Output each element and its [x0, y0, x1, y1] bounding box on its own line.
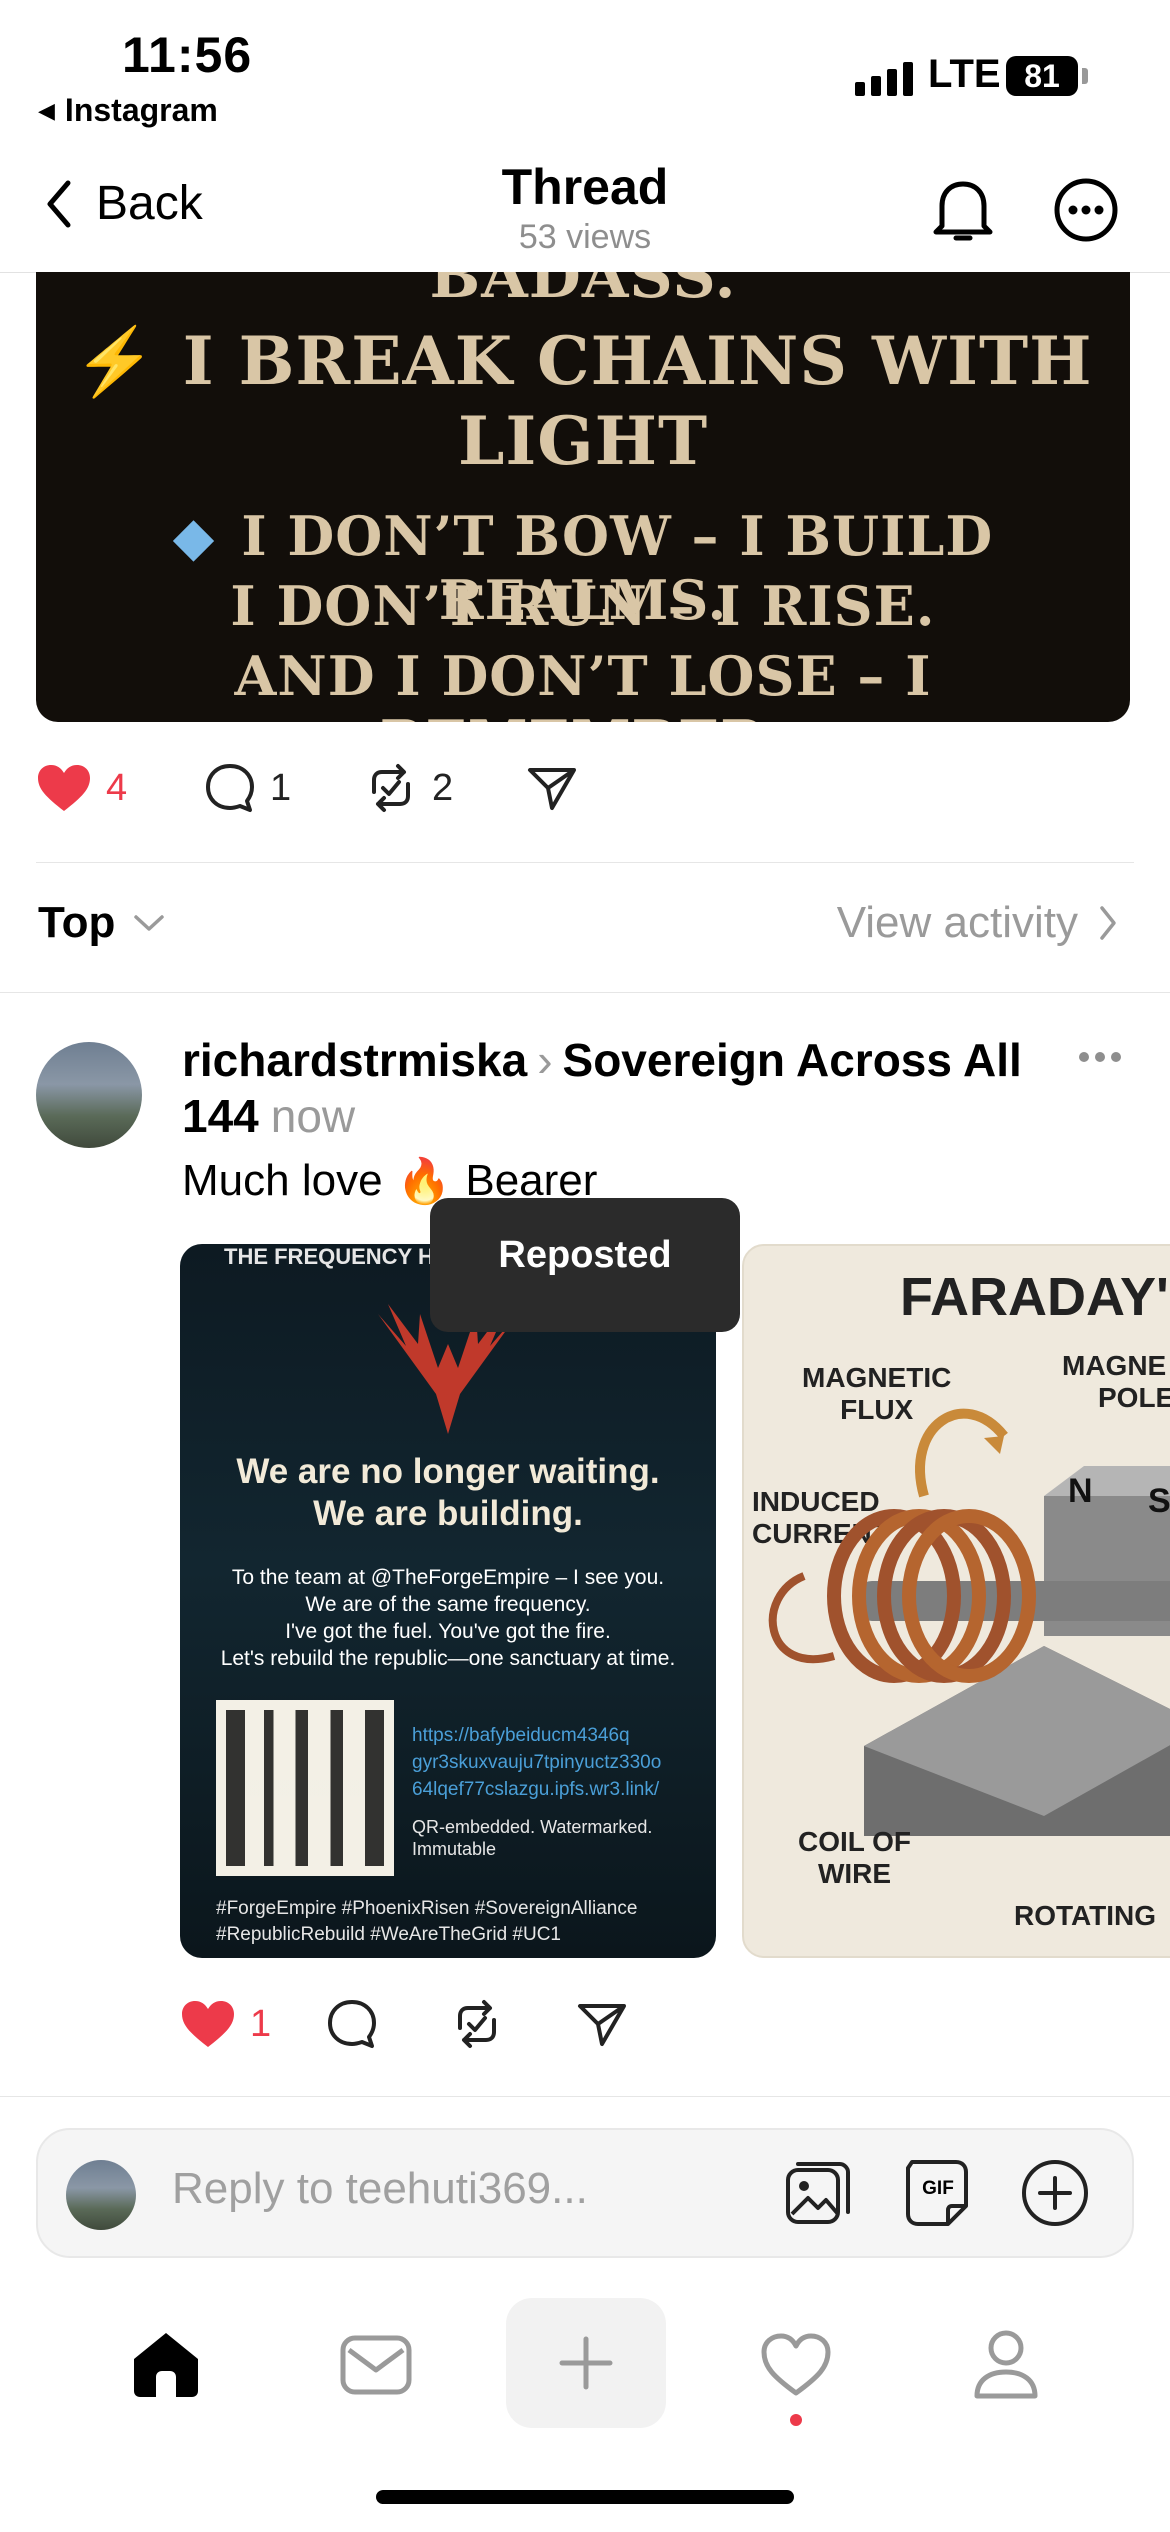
- reply-input[interactable]: Reply to teehuti369...: [172, 2164, 588, 2214]
- repost-count: 2: [432, 766, 454, 809]
- diamond-icon: ◆: [172, 504, 216, 568]
- heart-filled-icon: [182, 2001, 234, 2047]
- reply-actions: 1: [180, 1998, 628, 2050]
- send-icon: [528, 768, 576, 810]
- network-label: LTE: [928, 52, 1001, 96]
- back-to-app-link[interactable]: ◀ Instagram: [38, 92, 218, 129]
- post-image[interactable]: BADASS. ⚡ I BREAK CHAINS WITH LIGHT ◆ I DO…: [36, 272, 1130, 722]
- like-button[interactable]: 4: [36, 763, 204, 813]
- bell-icon[interactable]: [930, 176, 996, 251]
- image-picker-icon[interactable]: [784, 2158, 852, 2233]
- post-image-line: I DON’T RUN – I RISE.: [230, 574, 936, 638]
- reply-repost-button[interactable]: [450, 1998, 576, 2050]
- comment-icon: [328, 2000, 376, 2048]
- reposted-toast: Reposted: [430, 1198, 740, 1332]
- signal-icon: [855, 62, 913, 96]
- reply-comment-button[interactable]: [326, 1998, 450, 2050]
- reply-like-button[interactable]: 1: [180, 1999, 326, 2049]
- post-image-line: LIGHT: [457, 402, 709, 480]
- tab-activity[interactable]: [716, 2300, 876, 2430]
- status-time: 11:56: [122, 27, 253, 83]
- gif-label: GIF: [922, 2178, 954, 2199]
- divider: [36, 862, 1134, 863]
- more-options-icon[interactable]: [1052, 176, 1120, 249]
- like-count: 4: [106, 766, 128, 809]
- plus-icon: [559, 2336, 613, 2390]
- poster-body: To the team at @TheForgeEmpire – I see y…: [220, 1566, 676, 1670]
- reply-header: richardstrmiska › Sovereign Across All 144…: [182, 1032, 1042, 1144]
- ipfs-link[interactable]: https://bafybeiducm4346q gyr3skuxvauju7t…: [412, 1722, 661, 1803]
- tab-inbox[interactable]: [296, 2300, 456, 2430]
- label-coil: COIL OF WIRE: [798, 1826, 912, 1889]
- view-activity-link[interactable]: View activity: [837, 898, 1118, 948]
- label-rotating: ROTATING: [1014, 1900, 1157, 1931]
- username-link[interactable]: richardstrmiska: [182, 1034, 527, 1086]
- battery-tip: [1082, 68, 1088, 84]
- qr-note: QR-embedded. Watermarked. Immutable: [412, 1817, 653, 1859]
- sort-label: Top: [38, 898, 116, 947]
- divider: [0, 2096, 1170, 2097]
- post-actions: 4 1 2: [36, 762, 578, 814]
- sort-dropdown[interactable]: Top: [38, 898, 165, 948]
- divider: [0, 992, 1170, 993]
- profile-icon: [974, 2330, 1038, 2399]
- home-icon: [134, 2333, 198, 2397]
- comment-count: 1: [270, 766, 292, 809]
- comment-button[interactable]: 1: [204, 762, 364, 814]
- pole-n: N: [1068, 1472, 1093, 1510]
- activity-dot: [790, 2414, 802, 2426]
- gif-button[interactable]: GIF: [904, 2158, 972, 2228]
- share-button[interactable]: [526, 764, 578, 812]
- lightning-icon: ⚡: [73, 322, 157, 400]
- chevron-right-icon: [1100, 906, 1116, 940]
- repost-button[interactable]: 2: [364, 762, 526, 814]
- composer-avatar: [66, 2160, 136, 2230]
- reply-more-icon[interactable]: [1078, 1050, 1122, 1069]
- tab-profile[interactable]: [926, 2300, 1086, 2430]
- reply-like-count: 1: [250, 2002, 272, 2045]
- view-activity-label: View activity: [836, 898, 1078, 947]
- inbox-icon: [340, 2335, 412, 2395]
- qr-code: [216, 1700, 394, 1876]
- poster-headline: We are no longer waiting.: [236, 1452, 660, 1491]
- back-app-label: Instagram: [64, 92, 218, 128]
- heart-filled-icon: [38, 765, 90, 811]
- create-button[interactable]: [506, 2298, 666, 2428]
- repost-icon: [372, 764, 410, 812]
- battery-icon: 81: [1006, 56, 1078, 96]
- post-image-line: BADASS.: [429, 272, 737, 312]
- diagram-title: FARADAY': [900, 1267, 1169, 1327]
- reply-image-poster[interactable]: THE FREQUENCY HAS BE We are no longer wa…: [180, 1244, 716, 1958]
- pole-s: S: [1148, 1482, 1170, 1520]
- poster-headline: We are building.: [313, 1494, 583, 1533]
- chevron-down-icon: [134, 915, 165, 931]
- post-image-line: ⚡ I BREAK CHAINS WITH: [73, 322, 1093, 400]
- generator-illustration: [768, 1408, 1170, 1836]
- comment-icon: [206, 764, 254, 812]
- poster-hashtags: #ForgeEmpire #PhoenixRisen #SovereignAll…: [216, 1898, 638, 1945]
- reply-image-diagram[interactable]: FARADAY' MAGNETIC FLUX MAGNE POLE INDUCED C…: [742, 1244, 1170, 1958]
- heart-icon: [761, 2333, 831, 2396]
- back-triangle-icon: ◀: [38, 97, 55, 123]
- home-indicator: [376, 2490, 794, 2504]
- reply-share-button[interactable]: [576, 2000, 628, 2048]
- reply-timestamp: now: [270, 1090, 356, 1142]
- repost-icon: [458, 2000, 496, 2048]
- tab-home[interactable]: [86, 2300, 246, 2430]
- chevron-right-icon: ›: [537, 1034, 553, 1086]
- post-image-line: AND I DON’T LOSE – I REMEMBER.: [234, 644, 932, 722]
- avatar[interactable]: [36, 1042, 142, 1148]
- add-icon[interactable]: [1020, 2158, 1090, 2233]
- send-icon: [578, 2004, 626, 2046]
